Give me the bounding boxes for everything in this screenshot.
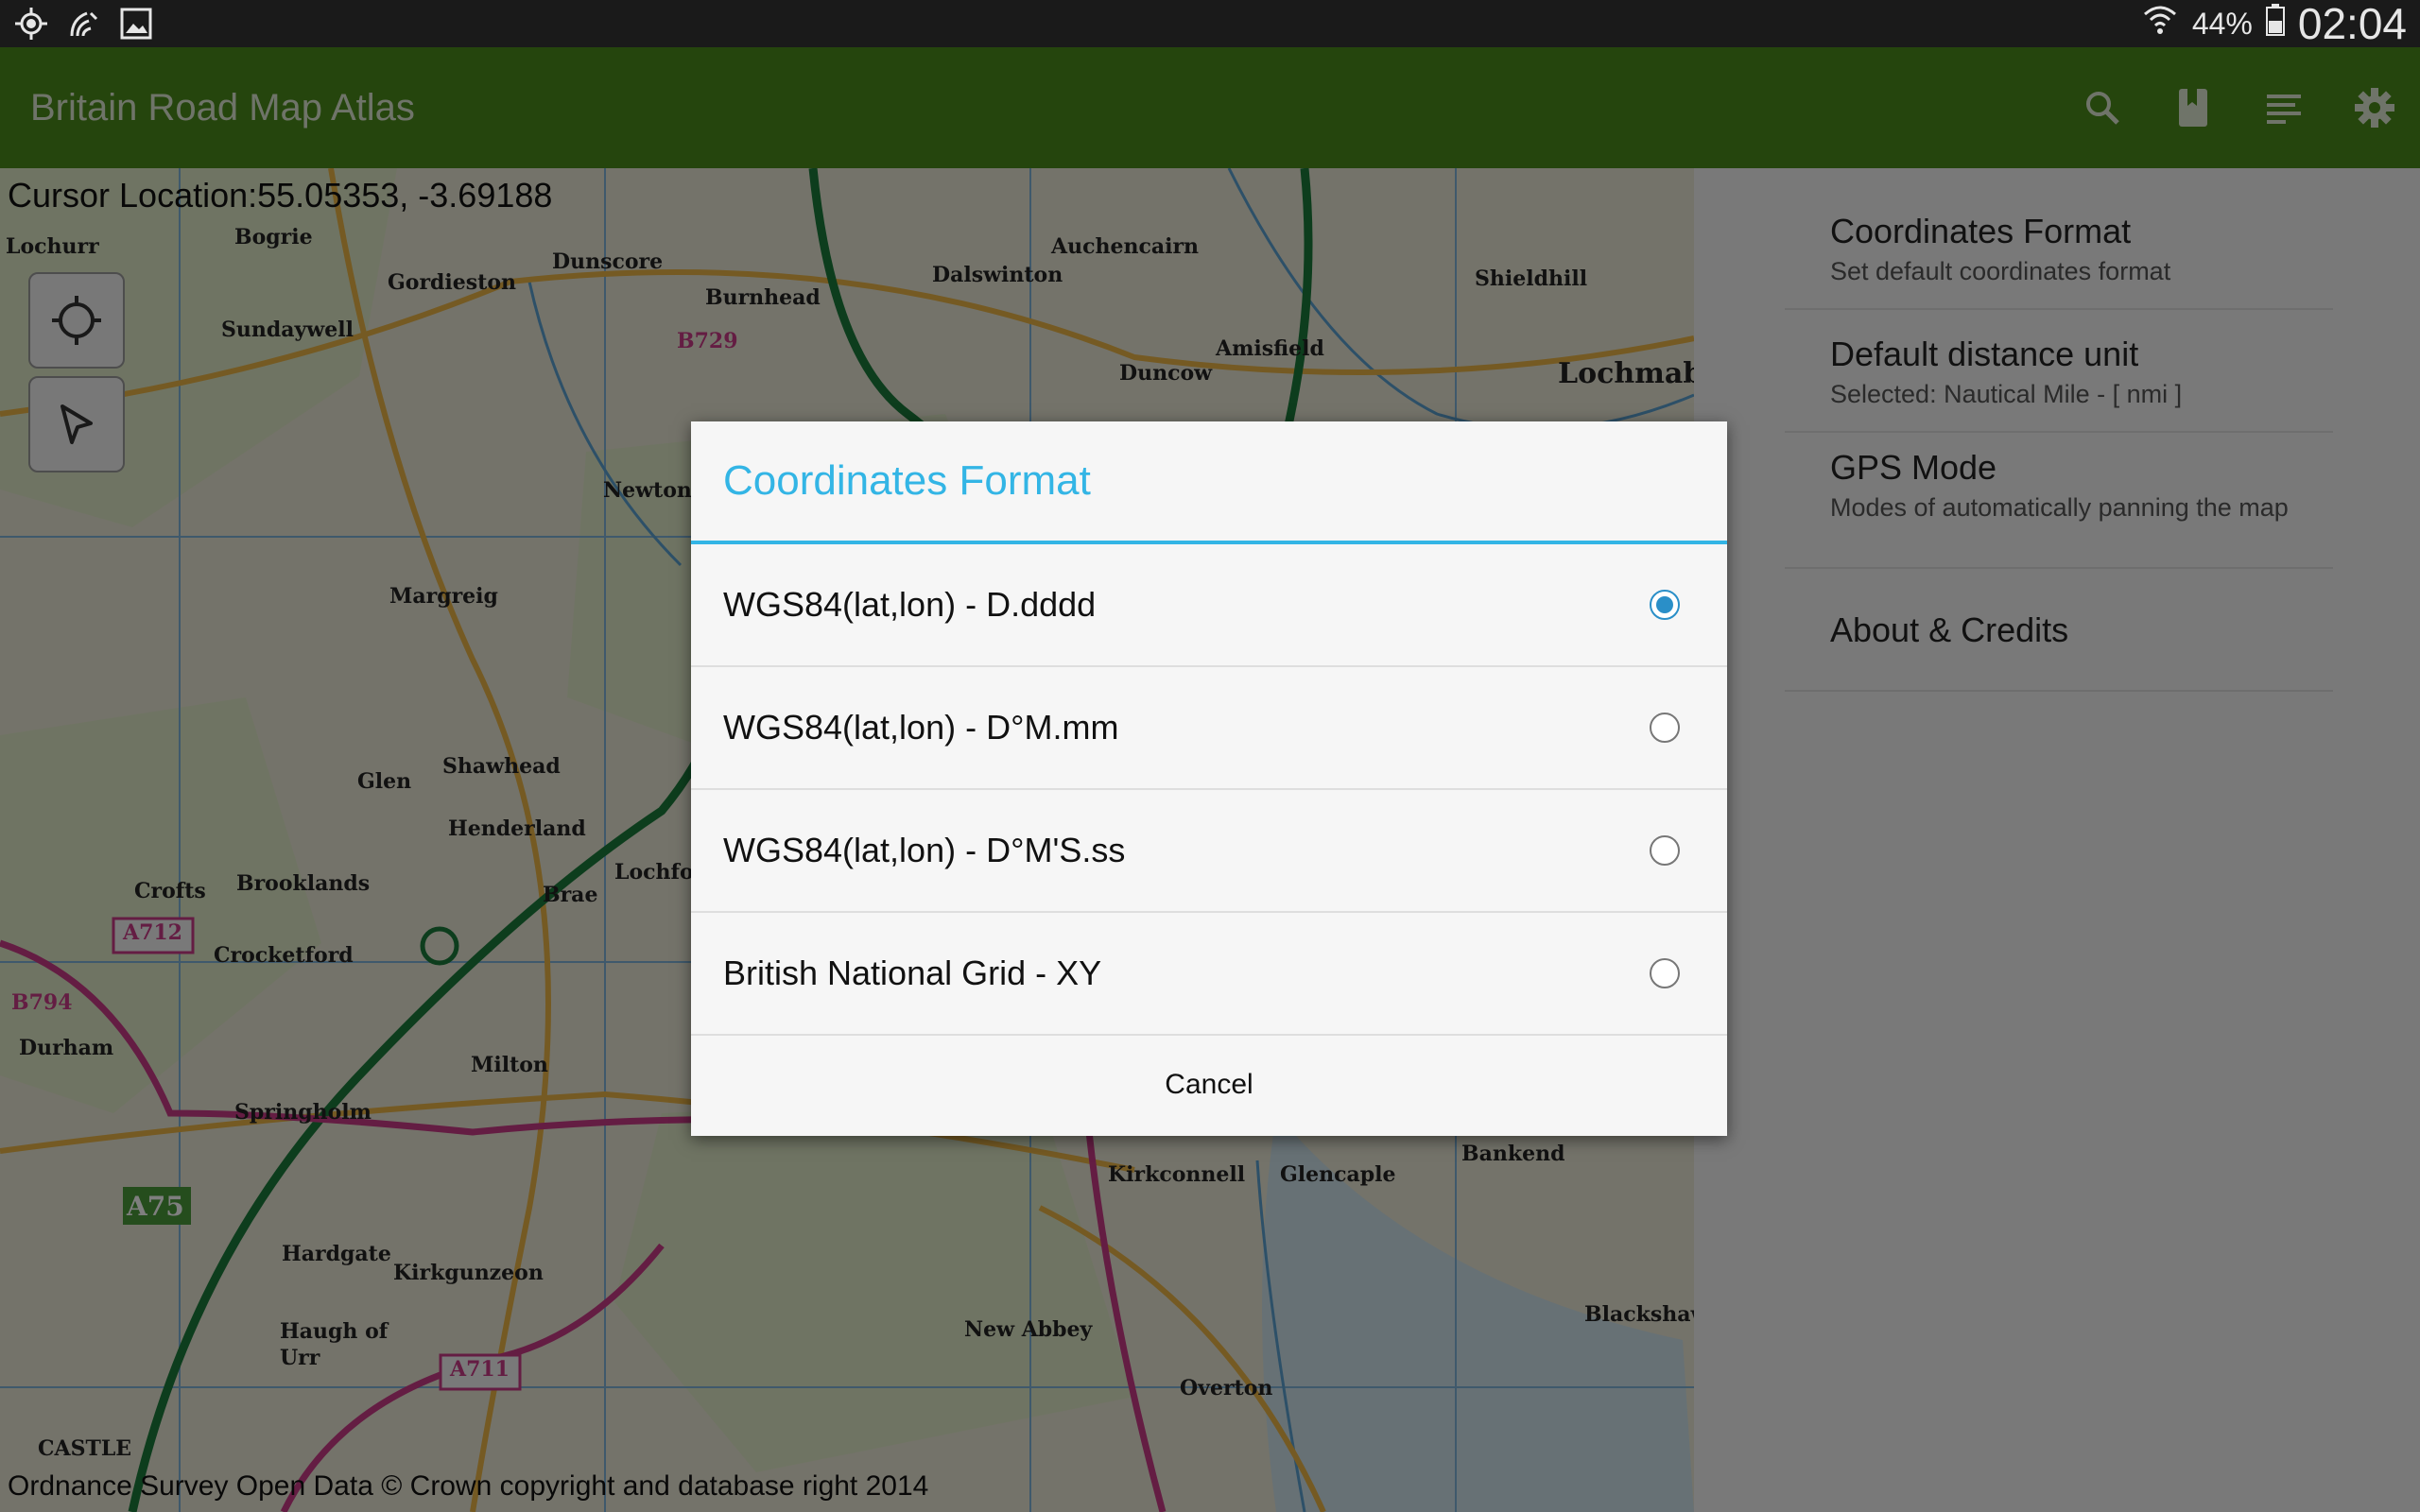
- option-wgs84-decimal[interactable]: WGS84(lat,lon) - D.dddd: [691, 544, 1727, 667]
- radio-button[interactable]: [1650, 713, 1680, 743]
- option-british-national-grid[interactable]: British National Grid - XY: [691, 913, 1727, 1036]
- coordinates-format-dialog: Coordinates Format WGS84(lat,lon) - D.dd…: [691, 421, 1727, 1136]
- option-label: British National Grid - XY: [723, 954, 1102, 992]
- wifi-icon: [2141, 3, 2179, 45]
- battery-level: 44%: [2191, 6, 2253, 41]
- option-label: WGS84(lat,lon) - D.dddd: [723, 585, 1097, 624]
- nfc-icon: [66, 6, 102, 46]
- option-label: WGS84(lat,lon) - D°M.mm: [723, 708, 1119, 747]
- option-wgs84-dms[interactable]: WGS84(lat,lon) - D°M'S.ss: [691, 790, 1727, 913]
- gallery-icon: [119, 7, 153, 45]
- option-wgs84-dm[interactable]: WGS84(lat,lon) - D°M.mm: [691, 667, 1727, 790]
- status-bar: 44% 02:04: [0, 0, 2420, 48]
- cancel-button[interactable]: Cancel: [691, 1034, 1727, 1136]
- radio-button[interactable]: [1650, 835, 1680, 866]
- radio-button[interactable]: [1650, 958, 1680, 988]
- gps-icon: [13, 6, 49, 46]
- option-label: WGS84(lat,lon) - D°M'S.ss: [723, 831, 1126, 869]
- radio-button-checked[interactable]: [1650, 590, 1680, 620]
- dialog-title: Coordinates Format: [723, 457, 1091, 504]
- battery-icon: [2265, 3, 2285, 44]
- clock: 02:04: [2297, 0, 2407, 48]
